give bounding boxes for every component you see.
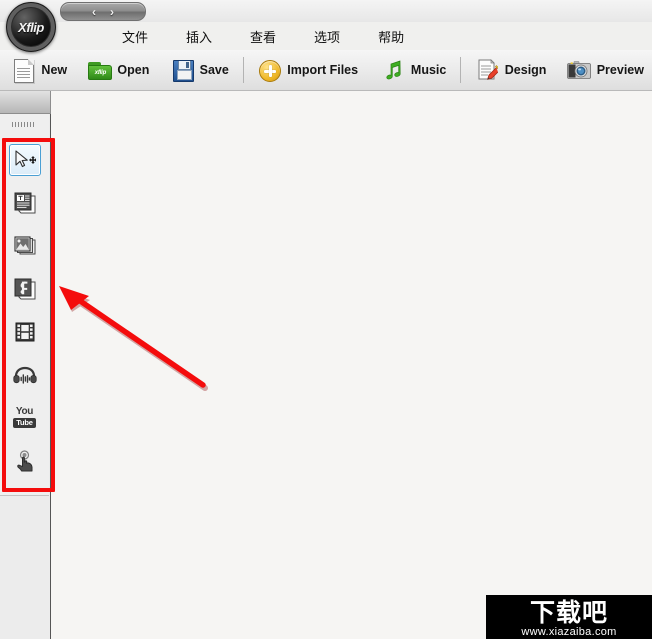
sidebar-item-select-move-tool[interactable] [0,138,49,181]
menu-options[interactable]: 选项 [308,25,346,48]
cursor-move-icon [14,149,36,167]
film-strip-icon [15,322,34,341]
open-button[interactable]: xflip Open [79,52,157,88]
menu-insert[interactable]: 插入 [180,25,218,48]
menu-file[interactable]: 文件 [116,25,154,48]
save-button-label: Save [199,63,229,77]
back-arrow-icon[interactable]: ‹ [92,6,96,18]
image-icon [13,235,35,254]
watermark: 下载吧 www.xiazaiba.com [486,595,652,639]
menu-bar: 文件 插入 查看 选项 帮助 [0,22,652,51]
design-button[interactable]: Design [467,52,555,88]
app-logo-label: Xflip [18,19,44,35]
sidebar-item-flash-tool[interactable] [0,267,49,310]
sidebar-tool-panel: You Tube [0,114,49,496]
floppy-disk-icon [170,58,194,82]
open-button-label: Open [117,63,150,77]
click-hand-icon [16,449,33,471]
music-button[interactable]: Music [373,52,454,88]
preview-button-label: Preview [596,63,644,77]
design-button-label: Design [504,63,547,77]
sidebar-tool-list: You Tube [0,138,49,482]
sidebar-item-video-tool[interactable] [0,310,49,353]
youtube-bottom-label: Tube [13,418,36,428]
document-pencil-icon [475,58,499,82]
camera-icon [566,58,591,82]
sidebar-item-text-tool[interactable] [0,181,49,224]
sidebar-item-image-tool[interactable] [0,224,49,267]
left-sidebar: You Tube [0,91,51,639]
text-box-icon [14,192,35,213]
headphones-icon [12,366,37,384]
new-button[interactable]: New [3,52,75,88]
save-button[interactable]: Save [162,52,237,88]
music-note-icon [381,58,405,82]
application-window: ‹ › Xflip 文件 插入 查看 选项 帮助 New xflip Open … [0,0,652,639]
panel-drag-grip[interactable] [12,122,36,127]
preview-button[interactable]: Preview [559,52,652,88]
design-canvas[interactable] [51,91,652,639]
sidebar-item-audio-tool[interactable] [0,353,49,396]
plus-circle-icon [257,58,282,82]
youtube-top-label: You [15,406,34,418]
music-button-label: Music [410,63,447,77]
watermark-url: www.xiazaiba.com [521,626,617,638]
watermark-logo-text: 下载吧 [529,598,608,627]
sidebar-tab-header[interactable] [0,91,51,114]
new-button-label: New [41,63,68,77]
document-icon [11,58,35,83]
navigation-control[interactable]: ‹ › [60,2,146,21]
menu-view[interactable]: 查看 [244,25,282,48]
app-logo[interactable]: Xflip [6,2,56,52]
import-files-button-label: Import Files [287,63,359,77]
sidebar-item-youtube-tool[interactable]: You Tube [0,396,49,439]
folder-badge-label: xflip [94,69,107,76]
menu-help[interactable]: 帮助 [372,25,410,48]
forward-arrow-icon[interactable]: › [110,6,114,18]
youtube-icon: You Tube [13,407,36,428]
folder-open-icon: xflip [87,58,113,82]
sidebar-item-button-tool[interactable] [0,439,49,482]
title-bar: ‹ › [0,0,652,23]
flash-f-icon [14,278,35,299]
import-files-button[interactable]: Import Files [249,52,366,88]
main-toolbar: New xflip Open Save Import Files Music D… [0,50,652,91]
